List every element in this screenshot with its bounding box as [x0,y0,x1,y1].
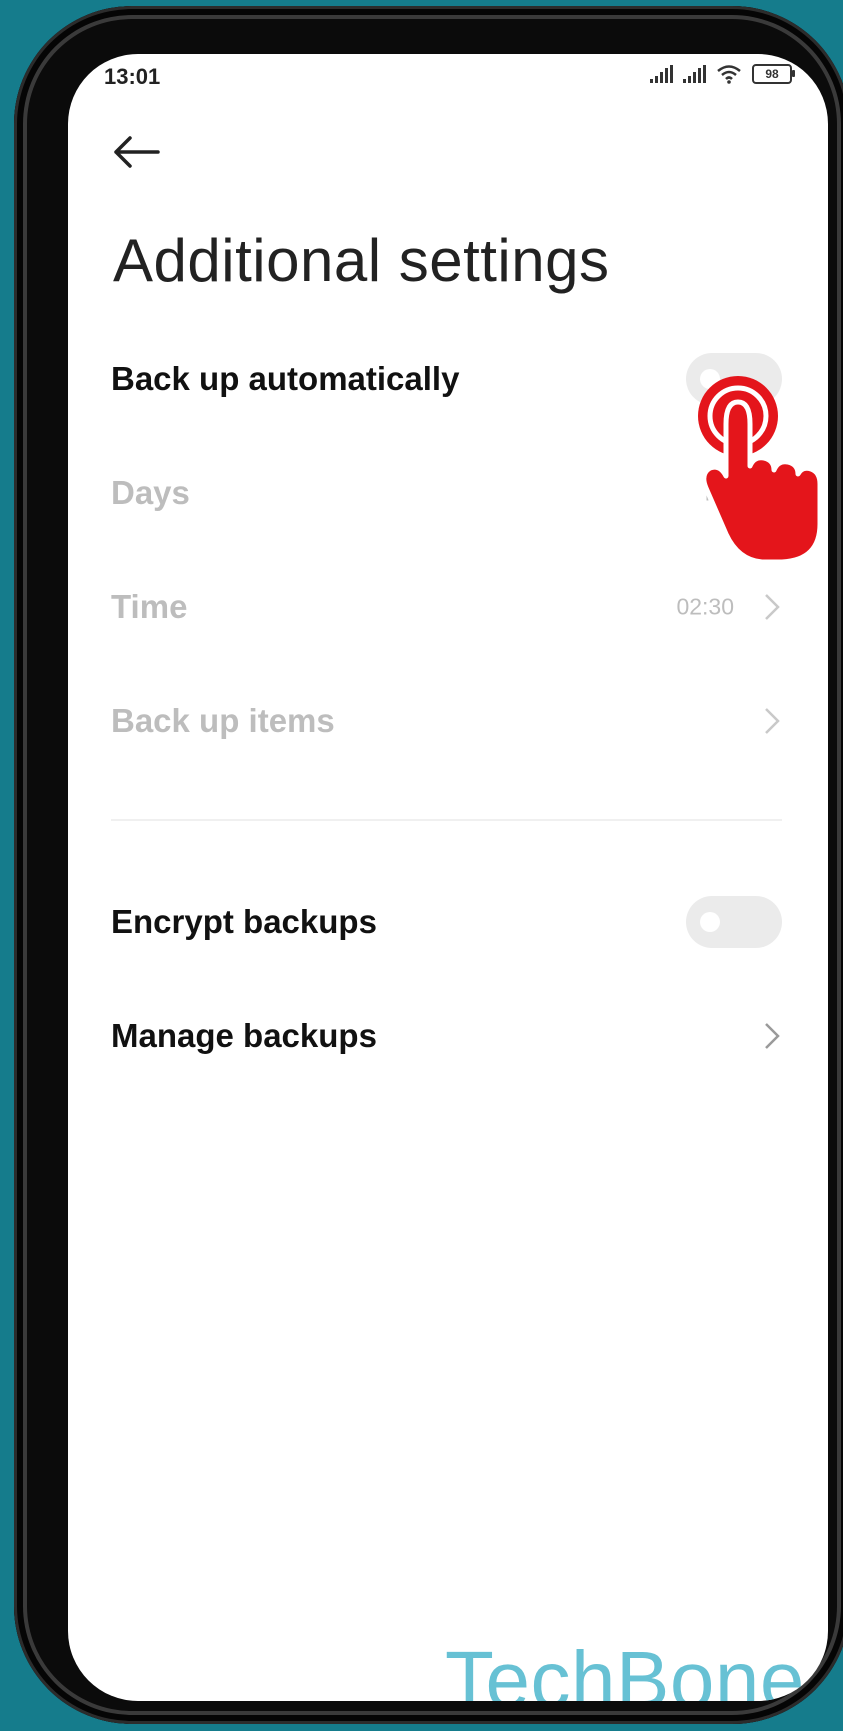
backup-automatically-row[interactable]: Back up automatically [68,329,828,429]
page-title: Additional settings [113,227,610,294]
chevron-right-icon [765,1023,780,1049]
signal-icon [650,65,673,83]
time-label: Time [111,588,188,625]
encrypt-backups-toggle[interactable] [686,896,782,948]
manage-backups-row[interactable]: Manage backups [68,986,828,1086]
status-time: 13:01 [104,64,161,89]
chevron-right-icon [765,708,780,734]
battery-icon: 98 [752,64,795,84]
status-bar: 13:01 98 [68,54,828,104]
section-divider [111,819,782,821]
watermark-logo: TechBone [445,1635,805,1701]
toggle-knob [700,369,720,389]
phone-frame: 13:01 98 Additional settings Back up aut… [14,6,843,1724]
days-label: Days [111,474,190,511]
status-icons: 98 [650,64,795,84]
time-value: 02:30 [676,593,734,620]
wifi-icon [717,65,741,84]
backup-items-row[interactable]: Back up items [68,671,828,771]
battery-level: 98 [765,67,779,81]
time-row[interactable]: Time 02:30 [68,557,828,657]
manage-backups-label: Manage backups [111,1017,377,1054]
backup-automatically-toggle[interactable] [686,353,782,405]
encrypt-backups-row[interactable]: Encrypt backups [68,872,828,972]
encrypt-backups-label: Encrypt backups [111,903,377,940]
back-arrow-icon [114,136,160,168]
back-button[interactable] [106,122,166,182]
backup-items-label: Back up items [111,702,335,739]
days-row[interactable]: Days Ne [68,443,828,543]
backup-automatically-label: Back up automatically [111,360,460,397]
chevron-right-icon [765,594,780,620]
toggle-knob [700,912,720,932]
days-value: Ne [704,479,734,506]
screen: 13:01 98 Additional settings Back up aut… [68,54,828,1701]
signal-icon [683,65,706,83]
